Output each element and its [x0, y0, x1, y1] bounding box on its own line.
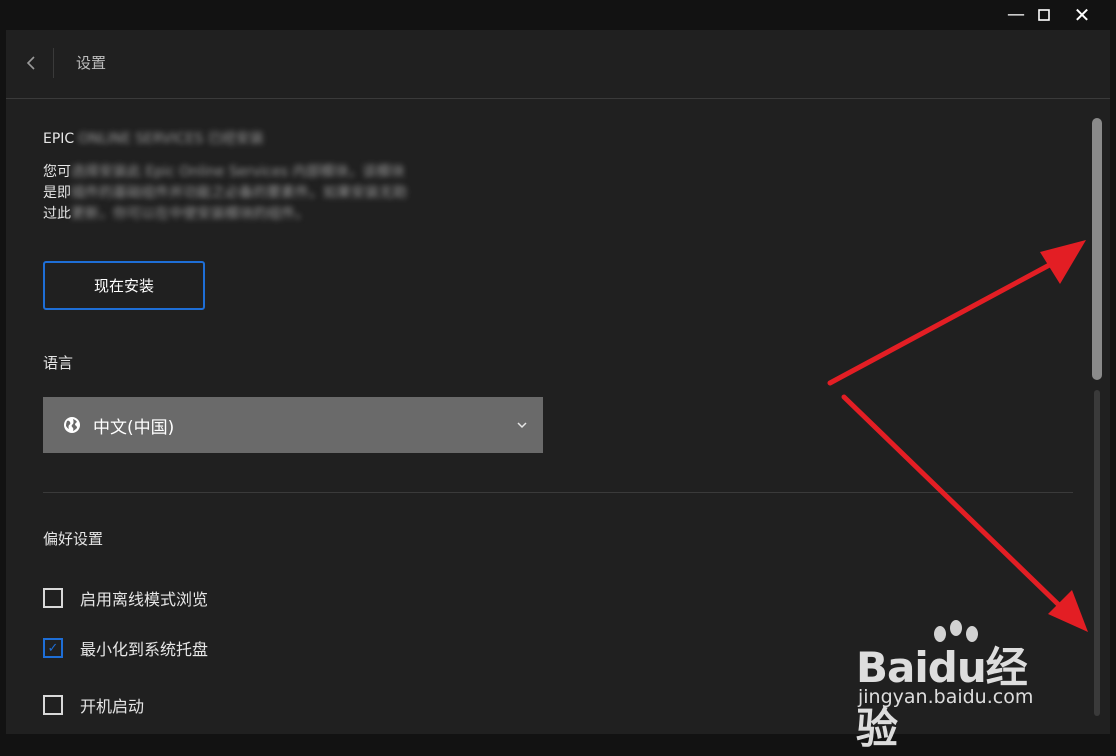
eos-desc-line: 过此更新，你可以在中使安装模块的组件。: [43, 204, 503, 225]
eos-title-text: EPIC: [43, 131, 75, 147]
eos-desc-blurred: 更新，你可以在中使安装模块的组件。: [71, 206, 309, 222]
checkbox[interactable]: [43, 588, 63, 608]
pref-offline-mode[interactable]: 启用离线模式浏览: [43, 586, 208, 610]
baidu-watermark: Baidu经验 jingyan.baidu.com: [856, 620, 1066, 753]
eos-title: EPIC ONLINE SERVICES 已经安装: [43, 128, 264, 148]
checkbox-label: 开机启动: [80, 697, 145, 716]
watermark-url: jingyan.baidu.com: [858, 686, 1034, 708]
eos-desc-blurred: 选择安装此 Epic Online Services 内部模块，该模块: [71, 164, 405, 180]
pref-launch-on-startup[interactable]: 开机启动: [43, 693, 144, 717]
title-bar: — ✕: [0, 0, 1116, 30]
eos-desc-visible: 过此: [43, 206, 71, 222]
check-icon: ✓: [47, 640, 59, 656]
preferences-title: 偏好设置: [43, 530, 104, 548]
checkbox[interactable]: ✓: [43, 638, 63, 658]
page-title: 设置: [76, 54, 107, 72]
header-divider: [53, 48, 54, 78]
maximize-icon[interactable]: [1030, 4, 1058, 26]
header: 设置: [6, 30, 1110, 99]
eos-description: 您可选择安装此 Epic Online Services 内部模块，该模块 是即…: [43, 162, 503, 225]
scrollbar-thumb[interactable]: [1092, 118, 1102, 380]
language-select[interactable]: 中文(中国): [43, 397, 543, 453]
language-label: 语言: [43, 354, 74, 372]
checkbox-label: 最小化到系统托盘: [80, 640, 209, 659]
eos-desc-line: 您可选择安装此 Epic Online Services 内部模块，该模块: [43, 162, 503, 183]
section-divider: [43, 492, 1073, 493]
chevron-left-icon: [26, 56, 35, 70]
globe-icon: [64, 417, 80, 433]
scrollbar-track[interactable]: [1094, 390, 1100, 716]
close-icon[interactable]: ✕: [1068, 4, 1096, 26]
install-now-button[interactable]: 现在安装: [43, 261, 205, 310]
eos-desc-visible: 是即: [43, 185, 71, 201]
minimize-icon[interactable]: —: [1002, 4, 1030, 26]
checkbox-label: 启用离线模式浏览: [80, 590, 209, 609]
pref-minimize-to-tray[interactable]: ✓ 最小化到系统托盘: [43, 636, 208, 660]
eos-desc-blurred: 插件的基础组件并功能之必备的要素件。如果安装无助: [71, 185, 407, 201]
eos-desc-visible: 您可: [43, 164, 71, 180]
language-value: 中文(中国): [93, 417, 175, 438]
checkbox[interactable]: [43, 695, 63, 715]
back-button[interactable]: [20, 50, 42, 76]
chevron-down-icon: [517, 417, 527, 433]
eos-title-blurred: ONLINE SERVICES 已经安装: [78, 131, 264, 147]
eos-desc-line: 是即插件的基础组件并功能之必备的要素件。如果安装无助: [43, 183, 503, 204]
